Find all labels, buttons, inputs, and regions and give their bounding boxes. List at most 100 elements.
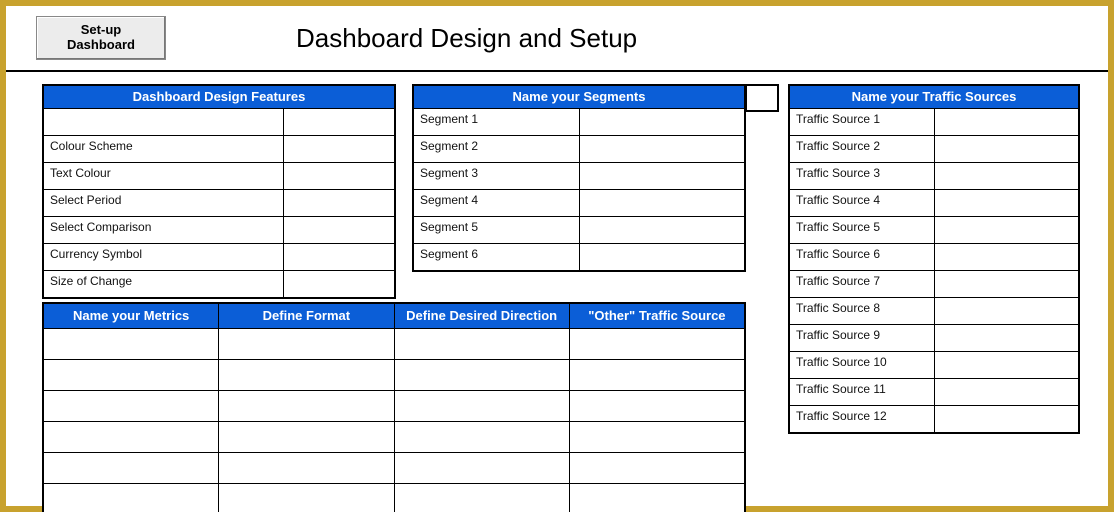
cell-value[interactable] — [44, 422, 218, 452]
traffic-table: Name your Traffic Sources Traffic Source… — [788, 84, 1080, 434]
cell-value[interactable] — [934, 163, 1079, 189]
cell-label[interactable]: Text Colour — [44, 163, 283, 189]
metrics-column-header: Define Desired Direction — [394, 304, 569, 329]
table-row: Segment 1 — [414, 109, 744, 135]
cell-value[interactable] — [283, 190, 394, 216]
content-area: Dashboard Design Features Colour SchemeT… — [6, 72, 1108, 90]
cell-label[interactable] — [44, 109, 283, 135]
cell-value[interactable] — [283, 244, 394, 270]
cell-value[interactable] — [283, 136, 394, 162]
cell-value[interactable] — [934, 298, 1079, 324]
cell-label[interactable]: Size of Change — [44, 271, 283, 297]
cell-value[interactable] — [394, 422, 569, 452]
table-row: Traffic Source 12 — [790, 405, 1078, 432]
cell-label[interactable]: Select Comparison — [44, 217, 283, 243]
cell-value[interactable] — [934, 271, 1079, 297]
cell-value[interactable] — [218, 329, 393, 359]
cell-value[interactable] — [934, 109, 1079, 135]
table-row — [44, 390, 744, 421]
cell-label[interactable]: Segment 4 — [414, 190, 579, 216]
cell-label[interactable]: Traffic Source 11 — [790, 379, 934, 405]
segments-table: Name your Segments Segment 1Segment 2Seg… — [412, 84, 746, 272]
table-row: Select Period — [44, 189, 394, 216]
cell-value[interactable] — [579, 217, 745, 243]
cell-label[interactable]: Traffic Source 7 — [790, 271, 934, 297]
cell-value[interactable] — [569, 422, 744, 452]
cell-value[interactable] — [934, 217, 1079, 243]
cell-value[interactable] — [218, 422, 393, 452]
cell-label[interactable]: Colour Scheme — [44, 136, 283, 162]
cell-value[interactable] — [394, 484, 569, 512]
cell-value[interactable] — [579, 190, 745, 216]
segments-header: Name your Segments — [414, 86, 744, 109]
setup-dashboard-button[interactable]: Set-up Dashboard — [36, 16, 166, 60]
cell-label[interactable]: Currency Symbol — [44, 244, 283, 270]
cell-value[interactable] — [283, 217, 394, 243]
cell-value[interactable] — [934, 136, 1079, 162]
cell-value[interactable] — [44, 329, 218, 359]
cell-value[interactable] — [579, 244, 745, 270]
cell-label[interactable]: Traffic Source 9 — [790, 325, 934, 351]
cell-value[interactable] — [283, 163, 394, 189]
cell-label[interactable]: Segment 3 — [414, 163, 579, 189]
cell-value[interactable] — [579, 163, 745, 189]
cell-label[interactable]: Segment 6 — [414, 244, 579, 270]
cell-label[interactable]: Traffic Source 6 — [790, 244, 934, 270]
cell-value[interactable] — [934, 406, 1079, 432]
features-table: Dashboard Design Features Colour SchemeT… — [42, 84, 396, 299]
cell-value[interactable] — [934, 379, 1079, 405]
cell-value[interactable] — [44, 391, 218, 421]
cell-value[interactable] — [218, 453, 393, 483]
cell-value[interactable] — [218, 484, 393, 512]
cell-value[interactable] — [569, 453, 744, 483]
cell-value[interactable] — [934, 325, 1079, 351]
selected-cell[interactable] — [745, 84, 779, 112]
metrics-column-header: Define Format — [218, 304, 393, 329]
cell-value[interactable] — [934, 244, 1079, 270]
table-row: Colour Scheme — [44, 135, 394, 162]
cell-value[interactable] — [218, 360, 393, 390]
table-row: Traffic Source 10 — [790, 351, 1078, 378]
cell-value[interactable] — [44, 360, 218, 390]
cell-label[interactable]: Traffic Source 8 — [790, 298, 934, 324]
cell-value[interactable] — [283, 271, 394, 297]
cell-label[interactable]: Segment 1 — [414, 109, 579, 135]
table-row: Segment 6 — [414, 243, 744, 270]
cell-value[interactable] — [44, 484, 218, 512]
cell-label[interactable]: Segment 5 — [414, 217, 579, 243]
button-line1: Set-up — [43, 23, 159, 38]
cell-value[interactable] — [394, 453, 569, 483]
table-row: Traffic Source 4 — [790, 189, 1078, 216]
table-row: Traffic Source 11 — [790, 378, 1078, 405]
cell-label[interactable]: Traffic Source 4 — [790, 190, 934, 216]
cell-value[interactable] — [394, 360, 569, 390]
metrics-column-header: Name your Metrics — [44, 304, 218, 329]
cell-value[interactable] — [283, 109, 394, 135]
cell-label[interactable]: Segment 2 — [414, 136, 579, 162]
table-row: Segment 2 — [414, 135, 744, 162]
cell-value[interactable] — [579, 109, 745, 135]
cell-value[interactable] — [44, 453, 218, 483]
cell-value[interactable] — [569, 484, 744, 512]
cell-label[interactable]: Traffic Source 12 — [790, 406, 934, 432]
cell-value[interactable] — [218, 391, 393, 421]
cell-label[interactable]: Select Period — [44, 190, 283, 216]
cell-value[interactable] — [934, 190, 1079, 216]
cell-value[interactable] — [569, 391, 744, 421]
cell-label[interactable]: Traffic Source 2 — [790, 136, 934, 162]
cell-value[interactable] — [394, 391, 569, 421]
cell-value[interactable] — [569, 329, 744, 359]
table-row: Currency Symbol — [44, 243, 394, 270]
table-row: Traffic Source 6 — [790, 243, 1078, 270]
table-row: Segment 3 — [414, 162, 744, 189]
cell-value[interactable] — [579, 136, 745, 162]
table-row: Traffic Source 8 — [790, 297, 1078, 324]
cell-value[interactable] — [394, 329, 569, 359]
cell-value[interactable] — [569, 360, 744, 390]
cell-label[interactable]: Traffic Source 3 — [790, 163, 934, 189]
table-row: Size of Change — [44, 270, 394, 297]
cell-label[interactable]: Traffic Source 10 — [790, 352, 934, 378]
cell-value[interactable] — [934, 352, 1079, 378]
cell-label[interactable]: Traffic Source 1 — [790, 109, 934, 135]
cell-label[interactable]: Traffic Source 5 — [790, 217, 934, 243]
